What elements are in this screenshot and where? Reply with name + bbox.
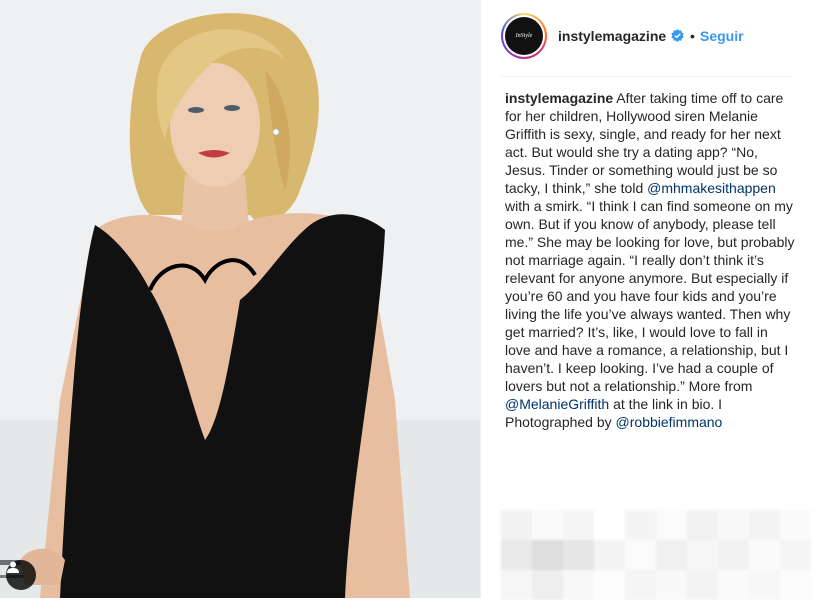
header-divider bbox=[501, 76, 793, 77]
mention-link[interactable]: @robbiefimmano bbox=[616, 414, 723, 430]
header-username[interactable]: instylemagazine bbox=[558, 28, 666, 44]
blurred-comments-area bbox=[501, 510, 811, 600]
caption-text-part2: with a smirk. “I think I can find someon… bbox=[505, 198, 795, 394]
user-tag-button[interactable] bbox=[6, 560, 36, 590]
mention-link[interactable]: @MelanieGriffith bbox=[505, 396, 609, 412]
photo-illustration bbox=[0, 0, 480, 598]
header-separator: • bbox=[690, 28, 695, 44]
caption-username[interactable]: instylemagazine bbox=[505, 90, 613, 106]
mention-link[interactable]: @mhmakesithappen bbox=[647, 180, 776, 196]
verified-badge-icon bbox=[671, 29, 684, 47]
follow-button[interactable]: Seguir bbox=[700, 28, 744, 44]
avatar[interactable]: InStyle bbox=[505, 17, 543, 55]
post-side-panel: InStyle instylemagazine • Seguir instyle… bbox=[480, 0, 813, 600]
avatar-logo-text: InStyle bbox=[515, 33, 533, 39]
story-ring[interactable]: InStyle bbox=[501, 13, 547, 59]
post-photo[interactable] bbox=[0, 0, 480, 598]
post-header: InStyle instylemagazine • Seguir bbox=[481, 0, 813, 76]
user-tag-icon bbox=[7, 561, 19, 573]
post-caption: instylemagazine After taking time off to… bbox=[505, 89, 795, 431]
